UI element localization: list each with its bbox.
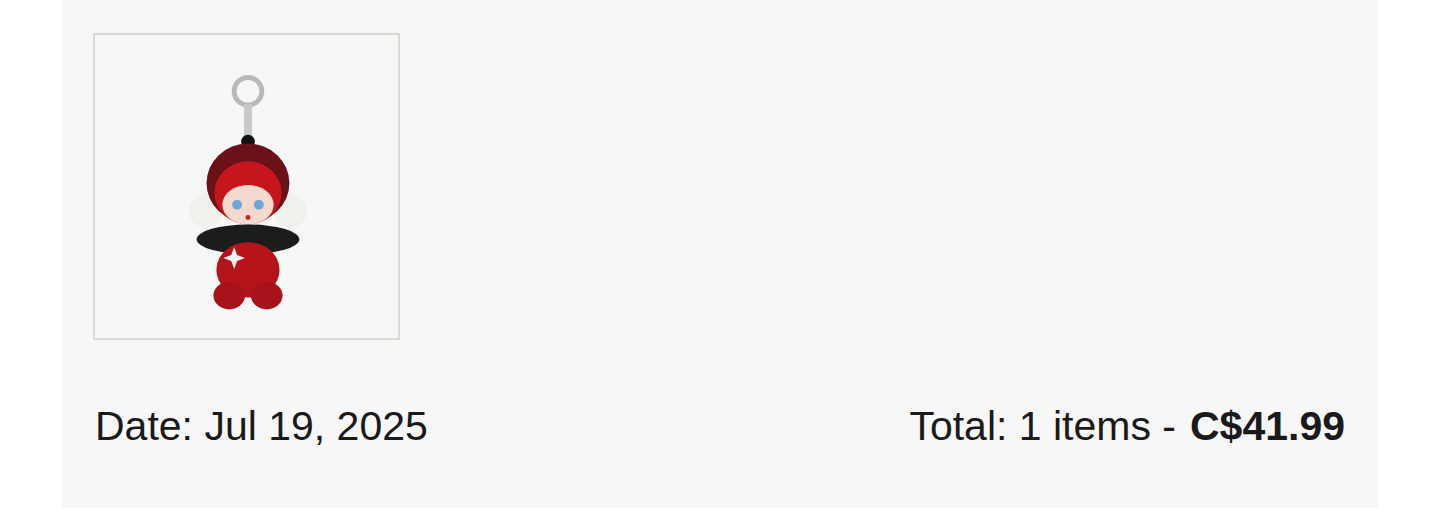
order-card[interactable]: Date: Jul 19, 2025 Total: 1 items - C$41… [62, 0, 1378, 508]
keychain-doll-icon [95, 35, 398, 338]
total-amount: C$41.99 [1190, 401, 1345, 451]
order-date: Date: Jul 19, 2025 [95, 401, 428, 451]
total-label: Total: 1 items - [909, 401, 1176, 451]
product-thumbnail[interactable] [93, 33, 400, 340]
page: Date: Jul 19, 2025 Total: 1 items - C$41… [0, 0, 1440, 522]
order-summary: Date: Jul 19, 2025 Total: 1 items - C$41… [93, 401, 1345, 451]
order-total: Total: 1 items - C$41.99 [909, 401, 1345, 451]
